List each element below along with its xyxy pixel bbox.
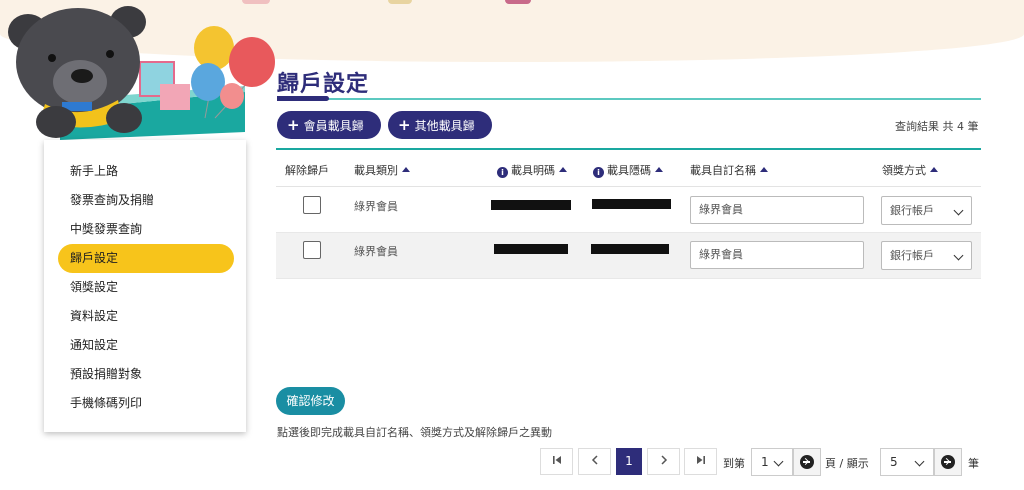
header-unbind: 解除歸戶 xyxy=(285,164,329,177)
header-carrier-hidden-label: 載具隱碼 xyxy=(607,164,651,177)
next-page-button[interactable] xyxy=(647,448,680,475)
page-button-current[interactable]: 1 xyxy=(616,448,642,475)
header-prize-method-label: 領獎方式 xyxy=(882,164,926,177)
prize-method-value: 銀行帳戶 xyxy=(890,249,934,262)
goto-page-select[interactable]: 1 xyxy=(751,448,793,476)
carrier-type-cell: 綠界會員 xyxy=(354,245,398,258)
arrow-right-circle-icon xyxy=(800,455,814,469)
redacted-carrier-hidden xyxy=(592,199,671,209)
header-custom-name-label: 載具自訂名稱 xyxy=(690,164,756,177)
chevron-down-icon xyxy=(953,205,964,216)
custom-name-input[interactable]: 綠界會員 xyxy=(690,241,864,269)
sidebar-item-barcode-print[interactable]: 手機條碼列印 xyxy=(58,389,234,418)
first-page-button[interactable] xyxy=(540,448,573,475)
chevron-down-icon xyxy=(953,250,964,261)
header-carrier-type[interactable]: 載具類別 xyxy=(354,162,410,178)
header-carrier-hidden[interactable]: i 載具隱碼 xyxy=(593,162,663,178)
last-page-button[interactable] xyxy=(684,448,717,475)
sidebar-item-prize-settings[interactable]: 領獎設定 xyxy=(58,273,234,302)
records-unit-label: 筆 xyxy=(968,457,979,470)
mascot-illustration xyxy=(0,0,280,150)
title-accent-bar xyxy=(277,96,329,101)
header-decoration xyxy=(505,0,531,4)
table-row: 綠界會員 綠界會員 銀行帳戶 xyxy=(276,233,981,279)
sort-ascending-icon xyxy=(559,167,567,172)
title-divider xyxy=(277,98,981,100)
chevron-right-icon xyxy=(660,455,667,465)
table-row: 綠界會員 綠界會員 銀行帳戶 xyxy=(276,187,981,233)
sidebar-item-default-donation[interactable]: 預設捐贈對象 xyxy=(58,360,234,389)
unbind-checkbox[interactable] xyxy=(303,241,321,259)
redacted-carrier-visible xyxy=(491,200,571,210)
plus-icon: + xyxy=(287,116,300,134)
confirm-hint-text: 點選後即完成載具自訂名稱、領獎方式及解除歸戶之異動 xyxy=(277,426,552,439)
page-display-label: 頁 / 顯示 xyxy=(825,457,869,470)
prize-method-value: 銀行帳戶 xyxy=(890,204,934,217)
per-page-value: 5 xyxy=(890,455,898,469)
last-page-icon xyxy=(696,456,705,464)
chevron-left-icon xyxy=(591,455,598,465)
sidebar-item-profile-settings[interactable]: 資料設定 xyxy=(58,302,234,331)
header-custom-name[interactable]: 載具自訂名稱 xyxy=(690,162,768,178)
unbind-checkbox[interactable] xyxy=(303,196,321,214)
go-to-page-button[interactable] xyxy=(793,448,821,476)
apply-per-page-button[interactable] xyxy=(934,448,962,476)
header-carrier-type-label: 載具類別 xyxy=(354,164,398,177)
previous-page-button[interactable] xyxy=(578,448,611,475)
sort-ascending-icon xyxy=(655,167,663,172)
sort-ascending-icon xyxy=(402,167,410,172)
carrier-type-cell: 綠界會員 xyxy=(354,200,398,213)
sidebar-item-invoice-query-donation[interactable]: 發票查詢及捐贈 xyxy=(58,186,234,215)
goto-label: 到第 xyxy=(723,457,745,470)
plus-icon: + xyxy=(398,116,411,134)
header-carrier-visible-label: 載具明碼 xyxy=(511,164,555,177)
prize-method-select[interactable]: 銀行帳戶 xyxy=(881,196,972,225)
chevron-down-icon xyxy=(773,456,784,467)
chevron-down-icon xyxy=(914,456,925,467)
arrow-right-circle-icon xyxy=(941,455,955,469)
add-other-carrier-button[interactable]: + 其他載具歸戶 xyxy=(388,111,492,161)
per-page-select[interactable]: 5 xyxy=(880,448,934,476)
result-count: 查詢結果 共 4 筆 xyxy=(895,120,979,133)
carrier-table: 解除歸戶 載具類別 i 載具明碼 i 載具隱碼 載具自訂名稱 領獎方式 綠界會員 綠… xyxy=(276,148,981,279)
prize-method-select[interactable]: 銀行帳戶 xyxy=(881,241,972,270)
sort-ascending-icon xyxy=(930,167,938,172)
custom-name-input[interactable]: 綠界會員 xyxy=(690,196,864,224)
sidebar-item-getting-started[interactable]: 新手上路 xyxy=(58,157,234,186)
table-header: 解除歸戶 載具類別 i 載具明碼 i 載具隱碼 載具自訂名稱 領獎方式 xyxy=(276,150,981,187)
confirm-changes-button[interactable]: 確認修改 xyxy=(276,387,345,415)
sidebar-item-carrier-binding[interactable]: 歸戶設定 xyxy=(58,244,234,273)
info-icon[interactable]: i xyxy=(497,167,508,178)
sidebar-list: 新手上路 發票查詢及捐贈 中獎發票查詢 歸戶設定 領獎設定 資料設定 通知設定 … xyxy=(58,157,234,418)
header-carrier-visible[interactable]: i 載具明碼 xyxy=(497,162,567,178)
redacted-carrier-visible xyxy=(494,244,568,254)
sidebar-item-winning-invoice-query[interactable]: 中獎發票查詢 xyxy=(58,215,234,244)
goto-page-value: 1 xyxy=(761,455,769,469)
page-title: 歸戶設定 xyxy=(277,72,370,97)
sort-ascending-icon xyxy=(760,167,768,172)
first-page-icon xyxy=(552,456,561,464)
add-member-carrier-button[interactable]: + 會員載具歸戶 xyxy=(277,111,381,161)
header-decoration xyxy=(388,0,412,4)
sidebar-menu: 新手上路 發票查詢及捐贈 中獎發票查詢 歸戶設定 領獎設定 資料設定 通知設定 … xyxy=(44,140,246,432)
info-icon[interactable]: i xyxy=(593,167,604,178)
redacted-carrier-hidden xyxy=(591,244,669,254)
header-prize-method[interactable]: 領獎方式 xyxy=(882,162,938,178)
sidebar-item-notification-settings[interactable]: 通知設定 xyxy=(58,331,234,360)
